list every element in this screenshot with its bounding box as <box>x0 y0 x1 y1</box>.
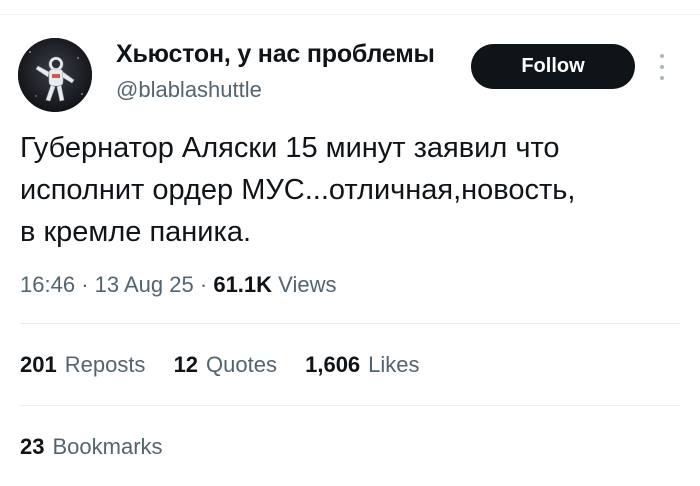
bookmarks-count: 23 <box>20 434 45 459</box>
tweet-meta: 16:46 · 13 Aug 25 · 61.1K Views <box>20 272 336 298</box>
bookmarks-stat[interactable]: 23 Bookmarks <box>20 434 163 460</box>
display-name[interactable]: Хьюстон, у нас проблемы <box>116 40 435 69</box>
reposts-count: 201 <box>20 352 57 377</box>
meta-separator: · <box>199 272 208 297</box>
tweet-text: Губернатор Аляски 15 минут заявил что ис… <box>20 127 680 253</box>
divider <box>20 405 680 406</box>
likes-label: Likes <box>368 352 420 377</box>
quotes-label: Quotes <box>206 352 277 377</box>
likes-stat[interactable]: 1,606 Likes <box>305 352 419 378</box>
follow-button[interactable]: Follow <box>471 44 635 89</box>
meta-separator: · <box>81 272 89 297</box>
more-dot <box>660 65 664 69</box>
astronaut-avatar-icon <box>18 38 92 112</box>
top-divider <box>0 14 700 15</box>
tweet-line: в кремле паника. <box>20 216 252 248</box>
quotes-stat[interactable]: 12 Quotes <box>174 352 277 378</box>
views-count[interactable]: 61.1K <box>213 272 272 297</box>
likes-count: 1,606 <box>305 352 361 377</box>
tweet-line: Губернатор Аляски 15 минут заявил что <box>20 132 560 164</box>
quotes-count: 12 <box>173 352 199 377</box>
tweet-line: исполнит ордер МУС...отличная,новость, <box>20 174 576 206</box>
tweet-time[interactable]: 16:46 <box>20 272 75 297</box>
avatar[interactable] <box>18 38 92 112</box>
more-dot <box>660 54 664 58</box>
divider <box>20 323 680 324</box>
views-label: Views <box>278 272 337 297</box>
more-vertical-icon[interactable] <box>652 50 672 84</box>
more-dot <box>660 76 664 80</box>
bookmarks-label: Bookmarks <box>52 434 163 459</box>
engagement-stats: 201 Reposts 12 Quotes 1,606 Likes <box>20 352 442 378</box>
user-handle[interactable]: @blablashuttle <box>116 77 262 103</box>
reposts-label: Reposts <box>64 352 146 377</box>
tweet-date[interactable]: 13 Aug 25 <box>95 272 194 297</box>
reposts-stat[interactable]: 201 Reposts <box>20 352 145 378</box>
